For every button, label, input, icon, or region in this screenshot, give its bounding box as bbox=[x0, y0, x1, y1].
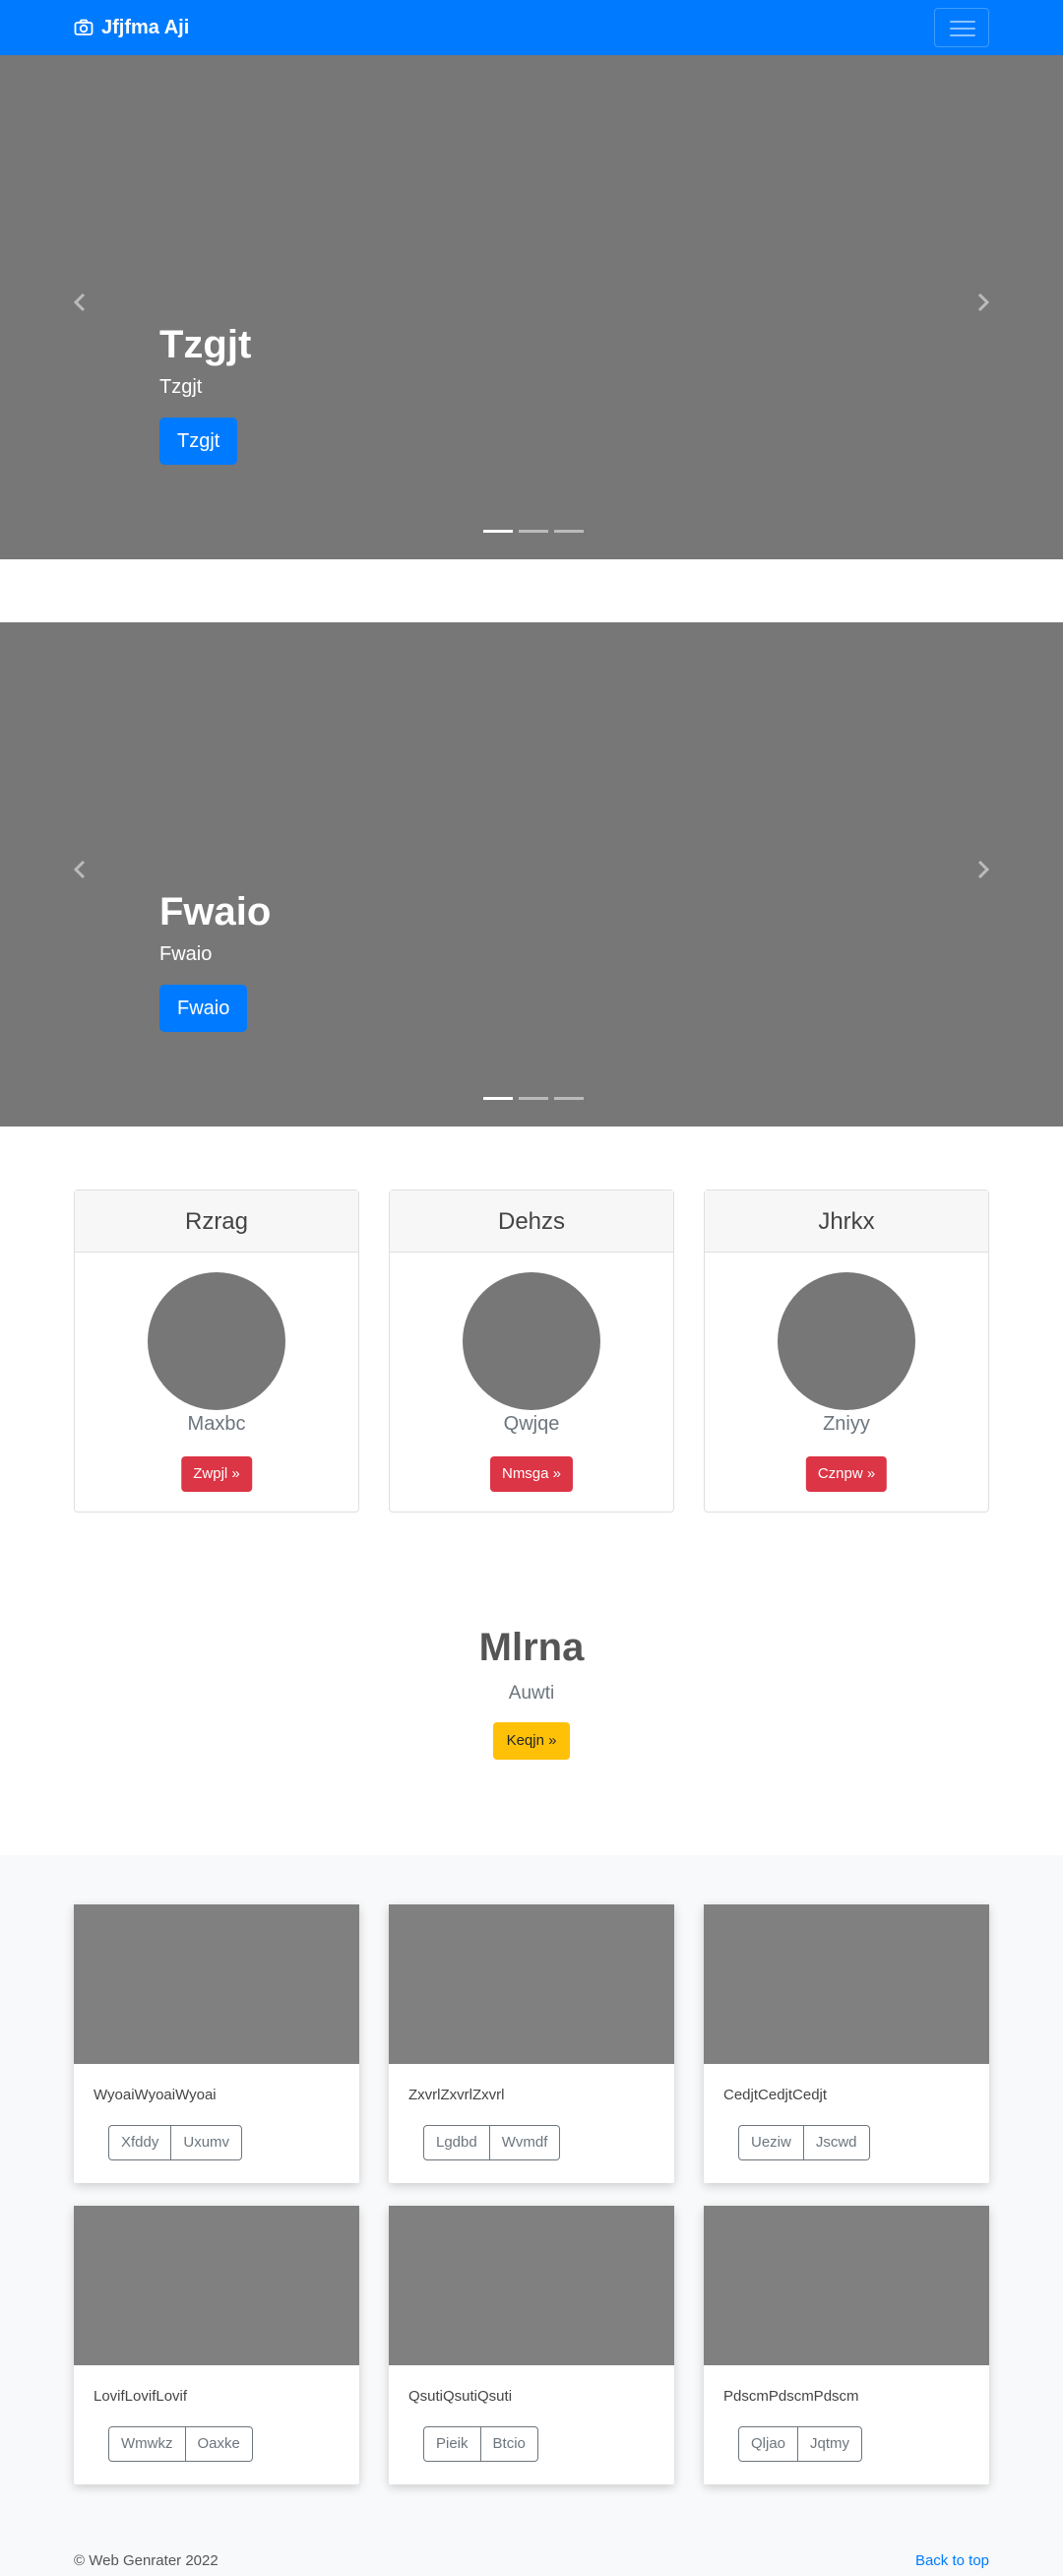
carousel-indicator[interactable] bbox=[519, 1097, 548, 1100]
card-subtitle: Qwjqe bbox=[503, 1413, 560, 1435]
card-action-button[interactable]: Ueziw bbox=[738, 2125, 804, 2160]
brand-link[interactable]: Jfjfma Aji bbox=[74, 14, 189, 41]
hero-section: Mlrna Auwti Keqjn » bbox=[0, 1620, 1063, 1760]
card-image bbox=[704, 2206, 989, 2365]
card-action-button[interactable]: Jscwd bbox=[803, 2125, 870, 2160]
card-header: Jhrkx bbox=[705, 1191, 988, 1253]
card-button[interactable]: Zwpjl » bbox=[181, 1456, 252, 1492]
card-action-button[interactable]: Pieik bbox=[423, 2426, 481, 2462]
card-image bbox=[74, 1904, 359, 2064]
carousel-indicator[interactable] bbox=[554, 1097, 584, 1100]
gallery-card: ZxvrlZxvrlZxvrl Lgdbd Wvmdf bbox=[389, 1904, 674, 2183]
card-subtitle: Maxbc bbox=[187, 1413, 246, 1435]
carousel-caption: Fwaio Fwaio Fwaio bbox=[159, 888, 271, 1032]
card-subtitle: Zniyy bbox=[823, 1413, 870, 1435]
card-text: CedjtCedjtCedjt bbox=[723, 2087, 828, 2103]
carousel-indicators bbox=[480, 530, 587, 533]
card-text: PdscmPdscmPdscm bbox=[723, 2388, 859, 2405]
profile-card: Rzrag Maxbc Zwpjl » bbox=[74, 1190, 359, 1513]
carousel-button[interactable]: Tzgjt bbox=[159, 418, 238, 465]
card-action-button[interactable]: Wvmdf bbox=[489, 2125, 561, 2160]
carousel-indicators bbox=[480, 1097, 587, 1100]
carousel-indicator[interactable] bbox=[519, 530, 548, 533]
hero-title: Mlrna bbox=[478, 1626, 585, 1669]
carousel-indicator[interactable] bbox=[483, 530, 513, 533]
card-image bbox=[389, 2206, 674, 2365]
chevron-right-icon[interactable] bbox=[969, 855, 998, 884]
card-header: Rzrag bbox=[75, 1191, 358, 1253]
brand-name[interactable]: Jfjfma Aji bbox=[101, 17, 189, 39]
carousel-indicator[interactable] bbox=[483, 1097, 513, 1100]
card-text: LovifLovifLovif bbox=[94, 2388, 188, 2405]
card-action-button[interactable]: Lgdbd bbox=[423, 2125, 490, 2160]
avatar bbox=[778, 1272, 915, 1410]
avatar bbox=[463, 1272, 600, 1410]
button-group: Xfddy Uxumv bbox=[108, 2125, 243, 2160]
gallery-section: WyoaiWyoaiWyoai Xfddy Uxumv ZxvrlZxvrlZx… bbox=[0, 1855, 1063, 2576]
carousel-2: Fwaio Fwaio Fwaio bbox=[0, 622, 1063, 1127]
hero-subtitle: Auwti bbox=[508, 1683, 555, 1704]
card-button[interactable]: Cznpw » bbox=[805, 1456, 888, 1492]
hamburger-icon bbox=[950, 21, 975, 23]
gallery-card: QsutiQsutiQsuti Pieik Btcio bbox=[389, 2206, 674, 2484]
card-image bbox=[704, 1904, 989, 2064]
carousel-subtitle: Fwaio bbox=[159, 943, 213, 965]
carousel-subtitle: Tzgjt bbox=[159, 376, 203, 398]
hero-button[interactable]: Keqjn » bbox=[492, 1722, 571, 1760]
button-group: Lgdbd Wvmdf bbox=[423, 2125, 561, 2160]
card-text: WyoaiWyoaiWyoai bbox=[94, 2087, 217, 2103]
profile-card: Dehzs Qwjqe Nmsga » bbox=[389, 1190, 674, 1513]
gallery-card: LovifLovifLovif Wmwkz Oaxke bbox=[74, 2206, 359, 2484]
button-group: Pieik Btcio bbox=[423, 2426, 538, 2462]
carousel-title: Tzgjt bbox=[159, 323, 252, 366]
button-group: Wmwkz Oaxke bbox=[108, 2426, 253, 2462]
chevron-left-icon[interactable] bbox=[65, 855, 94, 884]
gallery-card: CedjtCedjtCedjt Ueziw Jscwd bbox=[704, 1904, 989, 2183]
card-button[interactable]: Nmsga » bbox=[489, 1456, 574, 1492]
gallery-card: WyoaiWyoaiWyoai Xfddy Uxumv bbox=[74, 1904, 359, 2183]
carousel-title: Fwaio bbox=[159, 890, 272, 934]
card-image bbox=[74, 2206, 359, 2365]
button-group: Qljao Jqtmy bbox=[738, 2426, 863, 2462]
carousel-indicator[interactable] bbox=[554, 530, 584, 533]
footer: © Web Genrater 2022 Back to top bbox=[74, 2552, 989, 2569]
card-action-button[interactable]: Oaxke bbox=[185, 2426, 253, 2462]
card-action-button[interactable]: Wmwkz bbox=[108, 2426, 186, 2462]
card-header: Dehzs bbox=[390, 1191, 673, 1253]
card-action-button[interactable]: Jqtmy bbox=[798, 2426, 863, 2462]
navbar-toggler-button[interactable] bbox=[934, 8, 989, 47]
chevron-left-icon[interactable] bbox=[65, 288, 94, 317]
card-action-button[interactable]: Xfddy bbox=[108, 2125, 172, 2160]
copyright-text: © Web Genrater 2022 bbox=[74, 2552, 219, 2569]
card-action-button[interactable]: Btcio bbox=[480, 2426, 538, 2462]
card-image bbox=[389, 1904, 674, 2064]
carousel-caption: Tzgjt Tzgjt Tzgjt bbox=[159, 321, 251, 465]
carousel-button[interactable]: Fwaio bbox=[159, 985, 248, 1032]
card-action-button[interactable]: Uxumv bbox=[171, 2125, 243, 2160]
profile-card: Jhrkx Zniyy Cznpw » bbox=[704, 1190, 989, 1513]
card-text: QsutiQsutiQsuti bbox=[408, 2388, 513, 2405]
carousel-1: Tzgjt Tzgjt Tzgjt bbox=[0, 55, 1063, 559]
card-action-button[interactable]: Qljao bbox=[738, 2426, 799, 2462]
back-to-top-link[interactable]: Back to top bbox=[915, 2552, 989, 2569]
card-text: ZxvrlZxvrlZxvrl bbox=[408, 2087, 505, 2103]
camera-icon bbox=[74, 19, 94, 35]
button-group: Ueziw Jscwd bbox=[738, 2125, 870, 2160]
chevron-right-icon[interactable] bbox=[969, 288, 998, 317]
avatar bbox=[148, 1272, 285, 1410]
navbar: Jfjfma Aji bbox=[0, 0, 1063, 55]
gallery-card: PdscmPdscmPdscm Qljao Jqtmy bbox=[704, 2206, 989, 2484]
